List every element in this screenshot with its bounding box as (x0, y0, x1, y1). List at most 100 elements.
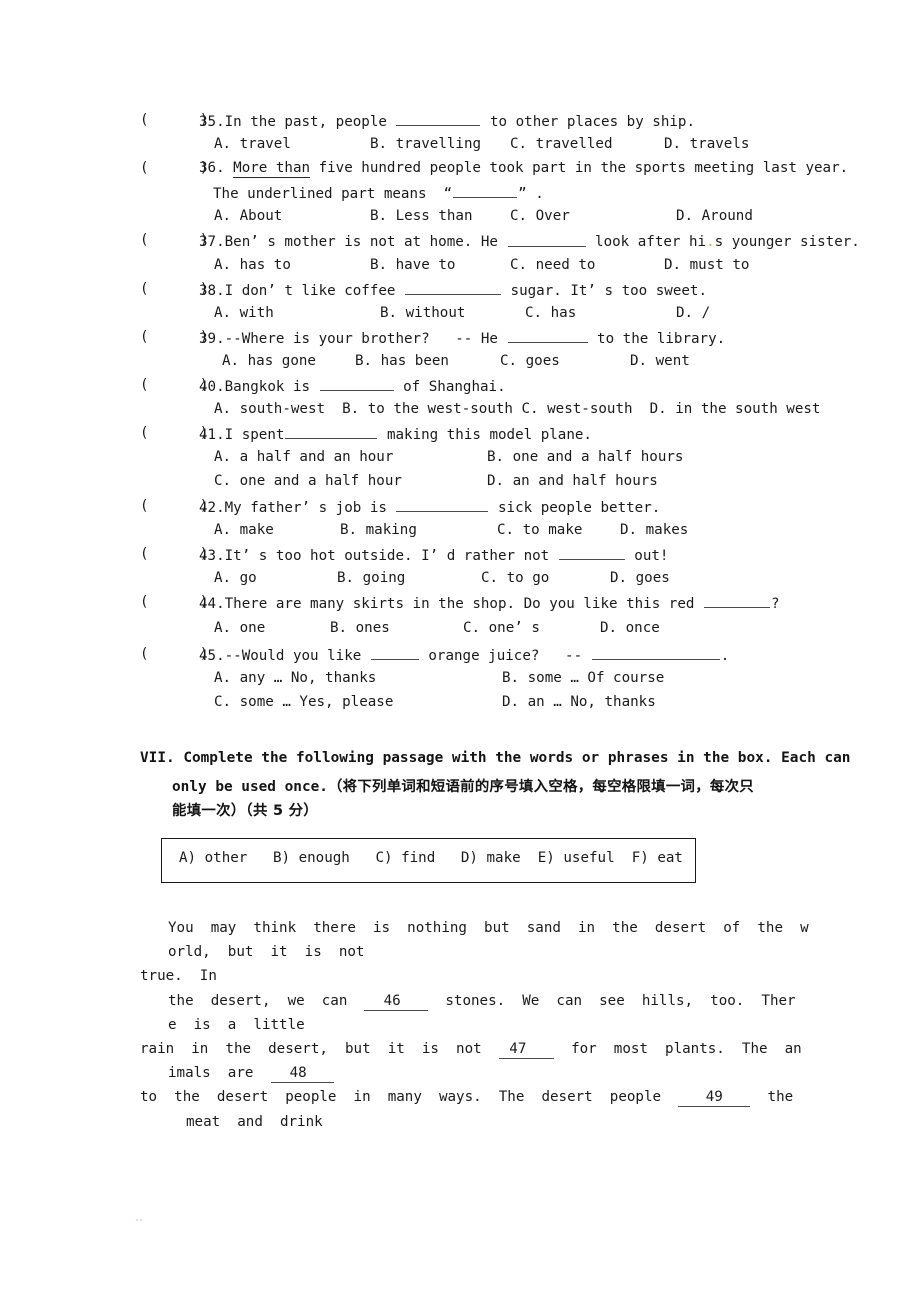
option-a[interactable]: A. About (214, 208, 282, 224)
passage-blank-49[interactable]: 49 (678, 1089, 751, 1108)
word-bank-items[interactable]: A) other B) enough C) find D) make E) us… (179, 850, 683, 866)
fill-blank[interactable] (703, 594, 770, 608)
option-c[interactable]: C. has (525, 305, 576, 321)
question-41: ( ) 41.I spent making this model plane. (0, 425, 920, 449)
options-36: A. About B. Less than C. Over D. Around (0, 208, 920, 232)
question-38: ( ) 38.I don’ t like coffee sugar. It’ s… (0, 281, 920, 305)
option-d[interactable]: D. an and half hours (487, 473, 658, 489)
option-a[interactable]: A. make (214, 522, 274, 538)
option-c[interactable]: C. need to (510, 257, 595, 273)
option-b[interactable]: B. have to (370, 257, 455, 273)
question-39: ( ) 39.--Where is your brother? -- He to… (0, 329, 920, 353)
fill-blank[interactable] (396, 498, 489, 512)
option-c[interactable]: C. one’ s (463, 620, 540, 636)
question-41-stem: 41.I spent making this model plane. (199, 425, 592, 443)
fill-blank[interactable] (319, 377, 394, 392)
option-c[interactable]: C. one and a half hour (214, 473, 402, 489)
fill-blank[interactable] (285, 425, 378, 440)
stem-text: The underlined part means “ (213, 186, 453, 203)
option-b[interactable]: B. travelling (370, 136, 481, 152)
option-b[interactable]: B. going (337, 570, 405, 586)
option-row-inline[interactable]: A. south-west B. to the west-south C. we… (214, 401, 820, 417)
fill-blank[interactable] (405, 281, 501, 295)
option-b[interactable]: B. making (340, 522, 417, 538)
option-a[interactable]: A. has to (214, 257, 291, 273)
question-number: 45. (199, 647, 225, 664)
option-d[interactable]: D. once (600, 620, 660, 636)
option-b[interactable]: B. ones (330, 620, 390, 636)
option-c[interactable]: C. some … Yes, please (214, 694, 393, 710)
option-b[interactable]: B. Less than (370, 208, 473, 224)
option-a[interactable]: A. travel (214, 136, 291, 152)
stem-text: out! (625, 547, 669, 564)
option-c[interactable]: C. Over (510, 208, 570, 224)
question-number: 36. (199, 160, 225, 177)
option-a[interactable]: A. one (214, 620, 265, 636)
option-c[interactable]: C. to go (481, 570, 549, 586)
option-d[interactable]: D. goes (610, 570, 670, 586)
passage-line: imals are 48 (0, 1065, 920, 1089)
fill-blank[interactable] (507, 329, 588, 343)
options-45-row2: C. some … Yes, please D. an … No, thanks (0, 694, 920, 718)
passage-line: rain in the desert, but it is not 47 for… (0, 1041, 920, 1065)
option-d[interactable]: D. travels (664, 136, 749, 152)
blank-number: 47 (509, 1040, 527, 1057)
passage-blank-48[interactable]: 48 (270, 1065, 335, 1084)
fill-blank[interactable] (507, 232, 586, 247)
passage-text: true. In (140, 968, 217, 985)
stem-text: Ben’ s mother is not at home. He (224, 234, 507, 251)
passage-line: e is a little (0, 1017, 920, 1041)
passage-text-before: rain in the desert, but it is not (140, 1040, 499, 1057)
passage-text-before: the desert, we can (168, 992, 365, 1009)
stem-text: to other places by ship. (481, 114, 696, 131)
question-45: ( ) 45.--Would you like orange juice? --… (0, 646, 920, 670)
option-d[interactable]: D. Around (676, 208, 753, 224)
exam-page: ( ) 35.In the past, people to other plac… (0, 0, 920, 1302)
option-b[interactable]: B. one and a half hours (487, 449, 683, 465)
question-36-stem-cont: The underlined part means “ ” . (213, 184, 544, 202)
question-36: ( ) 36. More than five hundred people to… (0, 160, 920, 184)
option-d[interactable]: D. / (676, 305, 710, 321)
stem-text: --Would you like (224, 647, 370, 664)
question-36-stem: 36. More than five hundred people took p… (199, 160, 848, 179)
fill-blank[interactable] (558, 546, 625, 560)
scan-artifact-dot: . (706, 234, 715, 251)
passage-text: the desert, we can 46 stones. We can see… (168, 993, 796, 1011)
option-d[interactable]: D. an … No, thanks (502, 694, 656, 710)
option-a[interactable]: A. with (214, 305, 274, 321)
option-a[interactable]: A. go (214, 570, 257, 586)
passage-line: orld, but it is not (0, 944, 920, 968)
option-c[interactable]: C. travelled (510, 136, 613, 152)
options-43: A. go B. going C. to go D. goes (0, 570, 920, 594)
fill-blank[interactable] (370, 646, 419, 660)
option-a[interactable]: A. a half and an hour (214, 449, 393, 465)
option-c[interactable]: C. goes (500, 353, 560, 369)
fill-blank[interactable] (396, 112, 481, 127)
passage-text: to the desert people in many ways. The d… (140, 1089, 793, 1108)
passage-blank-46[interactable]: 46 (364, 993, 429, 1011)
option-d[interactable]: D. went (630, 353, 690, 369)
word-bank-box: A) other B) enough C) find D) make E) us… (161, 838, 696, 883)
passage-text: You may think there is nothing but sand … (168, 920, 809, 936)
option-b[interactable]: B. some … Of course (502, 670, 664, 686)
stem-text: My father’ s job is (224, 499, 396, 516)
question-35: ( ) 35.In the past, people to other plac… (0, 112, 920, 136)
option-d[interactable]: D. must to (664, 257, 749, 273)
cloze-passage: You may think there is nothing but sand … (0, 920, 920, 1138)
option-d[interactable]: D. makes (620, 522, 688, 538)
section-seven-heading: VII. Complete the following passage with… (0, 750, 920, 824)
blank-number: 49 (705, 1089, 723, 1106)
fill-blank[interactable] (591, 646, 720, 660)
option-c[interactable]: C. to make (497, 522, 582, 538)
option-b[interactable]: B. has been (355, 353, 449, 369)
scan-artifact-mark (136, 1218, 145, 1223)
passage-blank-47[interactable]: 47 (498, 1040, 555, 1059)
options-45-row1: A. any … No, thanks B. some … Of course (0, 670, 920, 694)
stem-text: look after hi (586, 234, 707, 251)
stem-text: to the library. (588, 330, 726, 347)
option-a[interactable]: A. has gone (222, 353, 316, 369)
fill-blank[interactable] (453, 184, 518, 199)
option-b[interactable]: B. without (380, 305, 465, 321)
option-a[interactable]: A. any … No, thanks (214, 670, 376, 686)
passage-text: imals are 48 (168, 1065, 335, 1084)
